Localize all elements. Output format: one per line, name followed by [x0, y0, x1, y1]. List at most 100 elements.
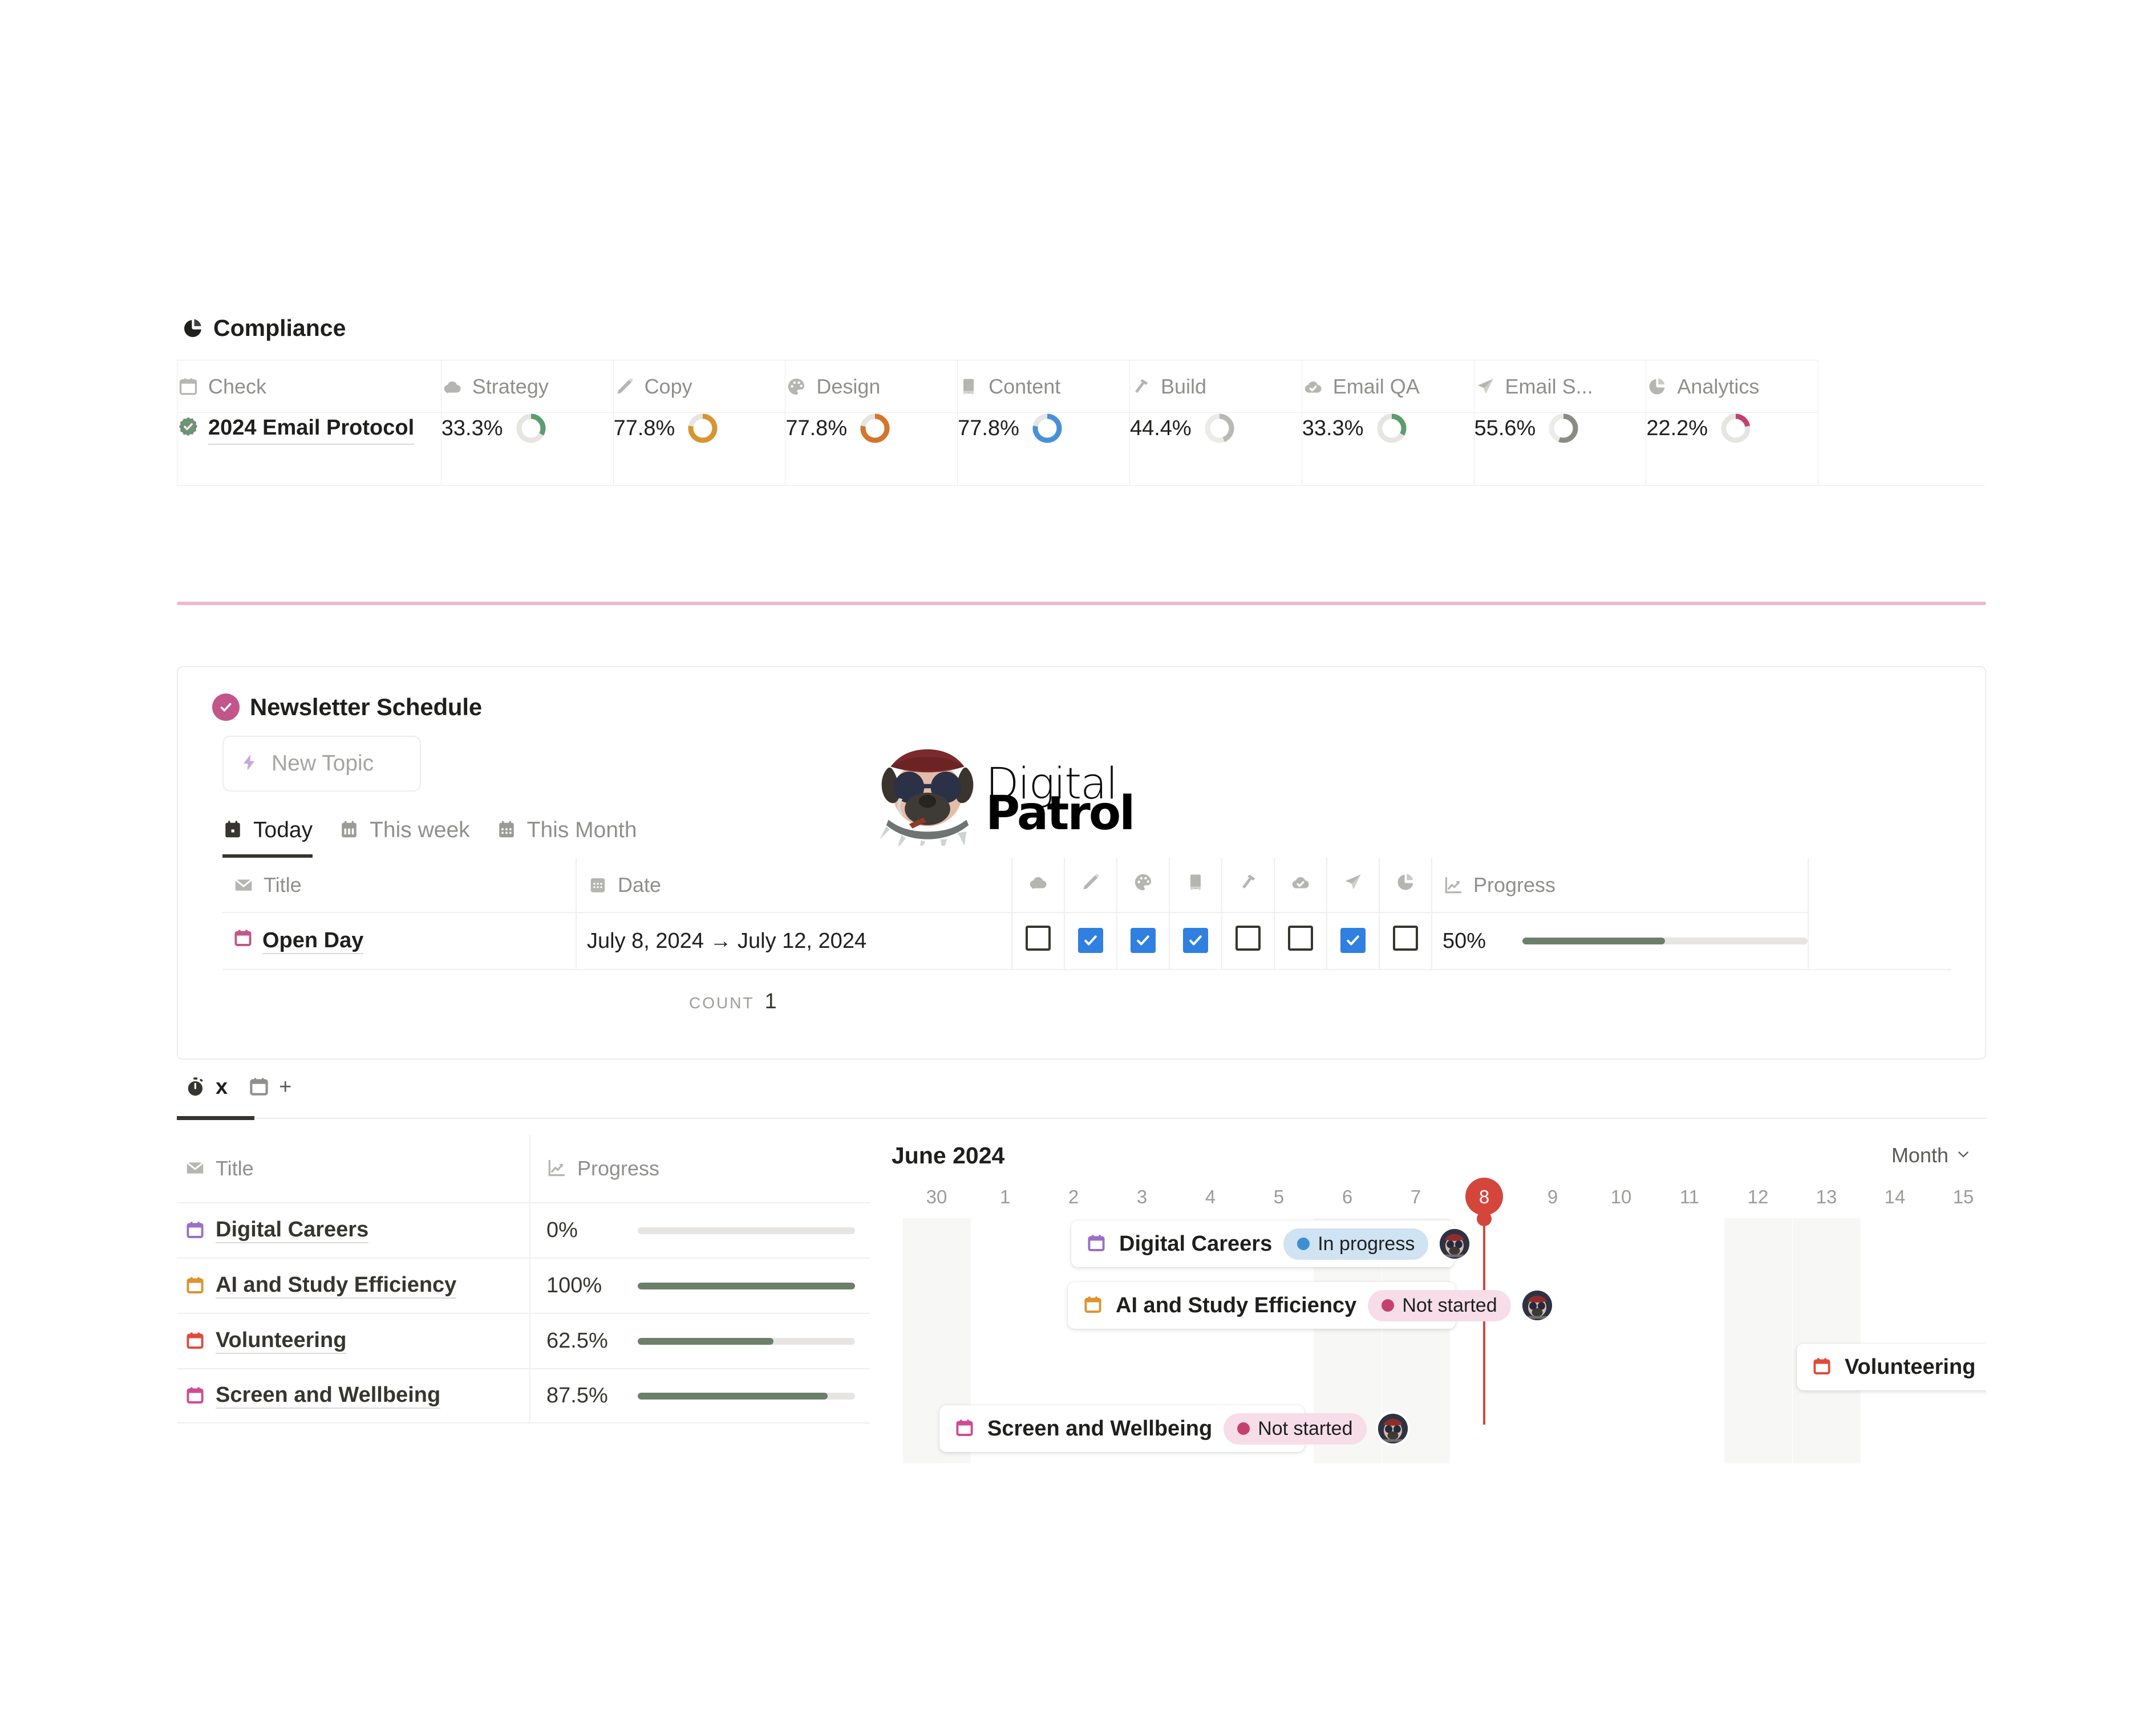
gantt-bar[interactable]: Screen and Wellbeing Not started [939, 1405, 1305, 1452]
gantt-timeline-panel[interactable]: June 2024 Month 30 1 2 3 4 5 6 7 8 [870, 1135, 1986, 1477]
nl-col-analytics[interactable] [1379, 858, 1432, 912]
compliance-cell-design[interactable]: 77.8% [785, 413, 958, 486]
table-row[interactable]: Screen and Wellbeing 87.5% [177, 1368, 870, 1423]
column-header-strategy[interactable]: Strategy [441, 360, 613, 413]
today-line [1483, 1218, 1485, 1425]
gantt-row-title-cell[interactable]: Digital Careers [177, 1218, 529, 1243]
gantt-row-title-cell[interactable]: Volunteering [177, 1328, 529, 1354]
gantt-col-progress[interactable]: Progress [529, 1135, 870, 1202]
timeline-day: 7 [1382, 1176, 1449, 1218]
compliance-value-copy: 77.8% [614, 416, 675, 441]
nl-check-design[interactable] [1117, 912, 1169, 970]
gantt-row-progress-cell[interactable]: 0% [529, 1203, 870, 1258]
compliance-cell-analytics[interactable]: 22.2% [1646, 413, 1818, 486]
avatar[interactable] [1440, 1229, 1469, 1259]
status-badge[interactable]: In progress [1283, 1228, 1428, 1260]
compliance-row-title-cell[interactable]: 2024 Email Protocol [177, 413, 441, 486]
column-header-email-qa[interactable]: Email QA [1302, 360, 1474, 413]
avatar[interactable] [1522, 1291, 1552, 1320]
column-header-email-send[interactable]: Email S... [1474, 360, 1646, 413]
gantt-bar[interactable]: Digital Careers In progress [1071, 1220, 1455, 1267]
status-badge[interactable]: Not started [1224, 1413, 1366, 1445]
gantt-row-progress-cell[interactable]: 87.5% [529, 1368, 870, 1423]
nl-col-title[interactable]: Title [222, 858, 576, 912]
nl-check-email-qa[interactable] [1274, 912, 1327, 970]
table-row[interactable]: Digital Careers 0% [177, 1202, 870, 1258]
gantt-row-title-cell[interactable]: Screen and Wellbeing [177, 1383, 529, 1409]
nl-cell-date[interactable]: July 8, 2024 → July 12, 2024 [576, 912, 1012, 970]
compliance-value-strategy: 33.3% [441, 416, 503, 441]
column-header-content[interactable]: Content [958, 360, 1130, 413]
compliance-cell-strategy[interactable]: 33.3% [441, 413, 613, 486]
checkbox-checked[interactable] [1340, 928, 1366, 953]
checkbox-unchecked[interactable] [1288, 926, 1313, 951]
nl-cell-progress[interactable]: 50% [1432, 912, 1808, 970]
status-badge[interactable]: Not started [1368, 1290, 1510, 1321]
paper-plane-icon [1474, 376, 1496, 398]
checkbox-checked[interactable] [1078, 928, 1103, 953]
gantt-bar[interactable]: AI and Study Efficiency Not started [1068, 1282, 1456, 1329]
gantt-row-progress-cell[interactable]: 100% [529, 1258, 870, 1313]
nl-check-analytics[interactable] [1379, 912, 1432, 970]
new-topic-button[interactable]: New Topic [222, 736, 421, 792]
nl-col-strategy[interactable] [1012, 858, 1064, 912]
nl-col-build[interactable] [1222, 858, 1274, 912]
nl-cell-title[interactable]: Open Day [222, 912, 576, 970]
checkbox-unchecked[interactable] [1235, 926, 1261, 951]
column-header-copy[interactable]: Copy [613, 360, 785, 413]
nl-col-email-qa[interactable] [1274, 858, 1327, 912]
avatar[interactable] [1378, 1414, 1408, 1443]
nl-col-email-send[interactable] [1327, 858, 1379, 912]
nl-col-date[interactable]: Date [576, 858, 1012, 912]
nl-col-content[interactable] [1169, 858, 1222, 912]
gantt-row-progress-cell[interactable]: 62.5% [529, 1313, 870, 1369]
nl-check-strategy[interactable] [1012, 912, 1064, 970]
nl-col-copy[interactable] [1064, 858, 1117, 912]
column-header-analytics[interactable]: Analytics [1646, 360, 1818, 413]
tab-this-week[interactable]: This week [339, 818, 470, 858]
checkbox-unchecked[interactable] [1393, 926, 1418, 951]
view-tab-timeline[interactable]: x [177, 1075, 240, 1112]
gantt-row-title-cell[interactable]: AI and Study Efficiency [177, 1273, 529, 1299]
nl-check-content[interactable] [1169, 912, 1222, 970]
compliance-cell-email-send[interactable]: 55.6% [1474, 413, 1646, 486]
nl-check-email-send[interactable] [1327, 912, 1379, 970]
compliance-cell-build[interactable]: 44.4% [1129, 413, 1302, 486]
compliance-cell-content[interactable]: 77.8% [958, 413, 1130, 486]
calendar-orange-icon [185, 1275, 206, 1297]
checkbox-checked[interactable] [1131, 928, 1156, 953]
timeline-scale-selector[interactable]: Month [1891, 1143, 1971, 1167]
compliance-cell-email-qa[interactable]: 33.3% [1302, 413, 1474, 486]
column-header-design[interactable]: Design [785, 360, 958, 413]
column-header-check[interactable]: Check [177, 360, 441, 413]
table-row[interactable]: Volunteering 62.5% [177, 1313, 870, 1368]
progress-ring-email-qa [1376, 413, 1407, 444]
nl-col-design[interactable] [1117, 858, 1169, 912]
column-header-add[interactable] [1818, 360, 1985, 413]
status-dot-icon [1297, 1238, 1310, 1250]
view-tab-add[interactable]: + [240, 1075, 304, 1112]
status-dot-icon [1382, 1299, 1394, 1312]
nl-check-build[interactable] [1222, 912, 1274, 970]
tab-this-month[interactable]: This Month [496, 818, 637, 858]
pie-chart-icon [1646, 376, 1668, 398]
column-header-design-label: Design [816, 375, 880, 399]
newsletter-header-row: Title Date [222, 858, 1951, 912]
gantt-col-title[interactable]: Title [177, 1157, 529, 1181]
gantt-bar[interactable]: Volunteering Strat [1797, 1344, 1986, 1390]
column-header-build[interactable]: Build [1129, 360, 1302, 413]
book-icon [958, 376, 979, 398]
view-tab-bar: x + [177, 1075, 1986, 1112]
compliance-cell-copy[interactable]: 77.8% [613, 413, 785, 486]
status-dot-icon [1237, 1422, 1250, 1435]
table-row[interactable]: AI and Study Efficiency 100% [177, 1258, 870, 1313]
nl-check-copy[interactable] [1064, 912, 1117, 970]
column-header-copy-label: Copy [645, 375, 692, 399]
nl-col-progress-label: Progress [1473, 873, 1555, 897]
checkbox-unchecked[interactable] [1026, 926, 1051, 951]
checkbox-checked[interactable] [1183, 928, 1208, 953]
compliance-block: Compliance Check [177, 315, 1985, 486]
tab-today[interactable]: Today [222, 818, 313, 858]
nl-col-add[interactable] [1808, 858, 1951, 912]
nl-col-progress[interactable]: Progress [1432, 858, 1808, 912]
